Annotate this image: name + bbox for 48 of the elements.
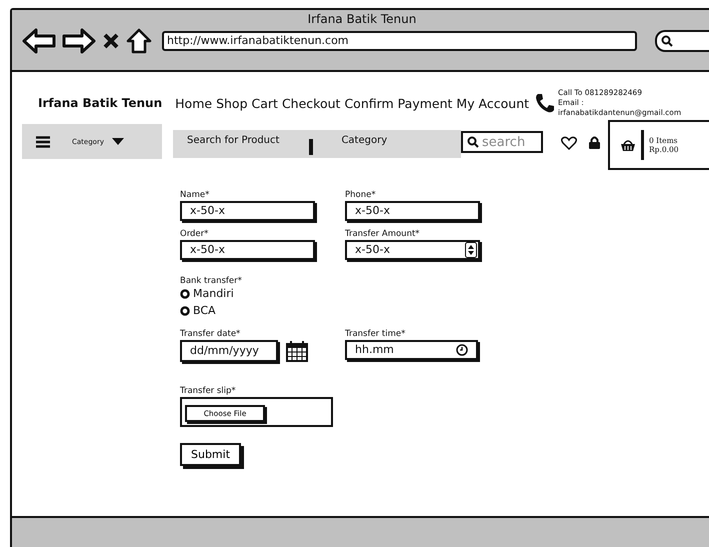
input-field[interactable]: x-50-x [180, 201, 315, 221]
field-label: Phone* [345, 190, 377, 200]
spinner-icon[interactable] [465, 242, 477, 258]
back-arrow-icon[interactable] [22, 28, 56, 54]
lock-icon[interactable] [589, 136, 600, 149]
radio-icon[interactable] [180, 288, 190, 298]
field-label: Name* [180, 190, 210, 200]
clock-icon[interactable] [456, 344, 468, 356]
field-label: Transfer slip* [180, 386, 237, 396]
address-bar[interactable]: http://www.irfanabatiktenun.com [162, 31, 637, 51]
search-placeholder[interactable]: Search for Product [187, 135, 280, 146]
date-field[interactable]: dd/mm/yyyy [180, 340, 278, 362]
radio-option[interactable]: BCA [180, 304, 709, 317]
number-field[interactable]: x-50-x [345, 240, 480, 260]
radio-icon[interactable] [180, 306, 190, 316]
submit-button[interactable]: Submit [180, 443, 242, 466]
caret-icon [112, 138, 124, 146]
site-brand[interactable]: Irfana Batik Tenun [38, 96, 162, 110]
browser-search-field[interactable] [655, 30, 709, 52]
close-icon[interactable] [102, 32, 120, 50]
menu-icon [36, 136, 50, 148]
input-field[interactable]: x-50-x [180, 240, 315, 260]
field-label: Order* [180, 229, 210, 239]
search-category[interactable]: Category [341, 135, 388, 146]
input-field[interactable]: x-50-x [345, 201, 480, 221]
basket-icon [620, 138, 636, 152]
search-icon [467, 136, 479, 148]
field-label: Transfer Amount* [345, 229, 421, 239]
phone-icon [534, 92, 556, 114]
cart-divider [641, 130, 644, 160]
home-icon[interactable] [126, 28, 152, 54]
field-label: Bank transfer* [180, 276, 243, 286]
field-label: Transfer time* [345, 329, 406, 339]
nav-link[interactable]: Checkout [282, 96, 340, 110]
nav-link[interactable]: My Account [456, 96, 530, 110]
field-label: Transfer date* [180, 329, 242, 339]
heart-icon[interactable] [561, 136, 577, 150]
window-title: Irfana Batik Tenun [306, 12, 418, 26]
time-field[interactable]: hh.mm [345, 340, 478, 360]
nav-link[interactable]: Confirm Payment [344, 96, 452, 110]
nav-link[interactable]: Cart [252, 96, 278, 110]
calendar-icon[interactable] [286, 340, 308, 362]
search-button[interactable]: search [461, 131, 543, 153]
forward-arrow-icon[interactable] [62, 28, 96, 54]
radio-option[interactable]: Mandiri [180, 287, 709, 300]
nav-link[interactable]: Home [175, 96, 212, 110]
search-icon [661, 35, 673, 47]
nav-link[interactable]: Shop [216, 96, 248, 110]
